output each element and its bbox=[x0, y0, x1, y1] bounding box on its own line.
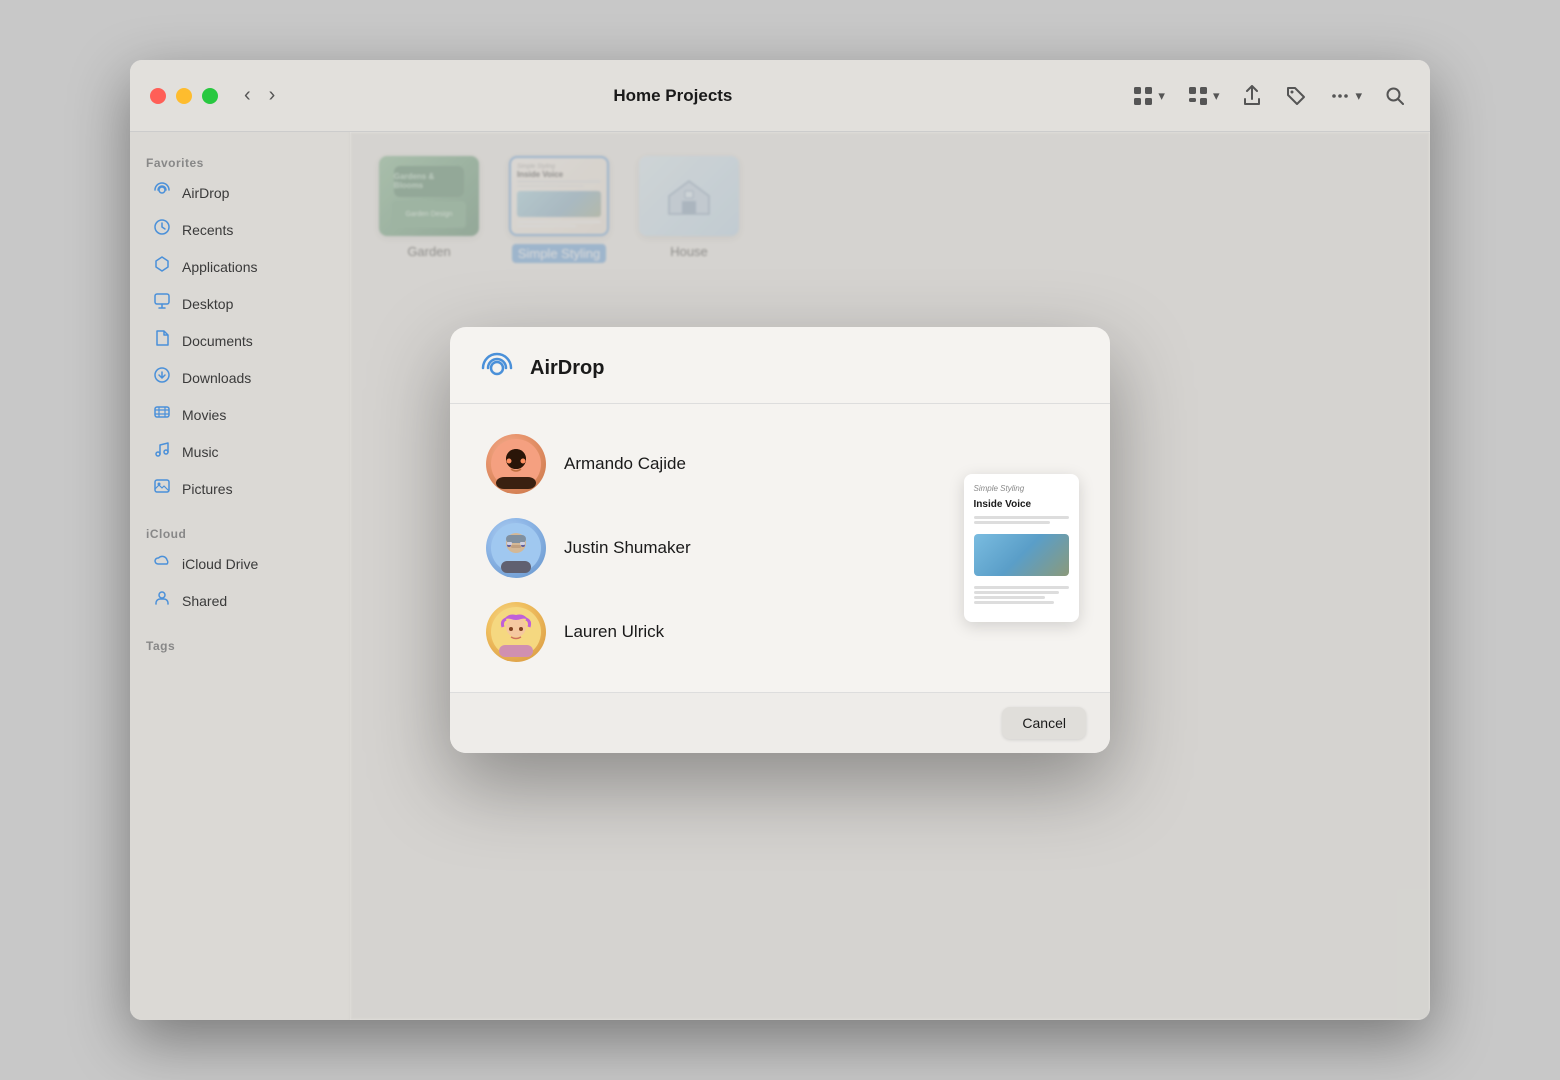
avatar-lauren bbox=[486, 602, 546, 662]
doc-preview: Simple Styling Inside Voice bbox=[956, 434, 1086, 662]
modal-title: AirDrop bbox=[530, 357, 604, 380]
doc-preview-body bbox=[974, 516, 1069, 524]
doc-image-placeholder bbox=[974, 534, 1069, 576]
doc-preview-inner: Simple Styling Inside Voice bbox=[964, 474, 1079, 622]
airdrop-modal-backdrop: AirDrop bbox=[130, 132, 1430, 1020]
person-name-justin: Justin Shumaker bbox=[564, 538, 691, 558]
people-list: Armando Cajide bbox=[450, 414, 956, 682]
person-item-justin[interactable]: Justin Shumaker bbox=[458, 506, 948, 590]
avatar-justin bbox=[486, 518, 546, 578]
finder-window: ‹ › Home Projects ▾ bbox=[130, 60, 1430, 1020]
airdrop-modal-icon bbox=[478, 349, 516, 387]
airdrop-modal: AirDrop bbox=[450, 327, 1110, 753]
doc-line bbox=[974, 521, 1050, 524]
modal-footer: Cancel bbox=[450, 692, 1110, 753]
doc-preview-subtitle: Simple Styling bbox=[974, 484, 1069, 493]
person-item-lauren[interactable]: Lauren Ulrick bbox=[458, 590, 948, 674]
modal-body: Armando Cajide bbox=[450, 404, 1110, 692]
cancel-button[interactable]: Cancel bbox=[1002, 707, 1086, 739]
doc-line bbox=[974, 596, 1045, 599]
person-item-armando[interactable]: Armando Cajide bbox=[458, 422, 948, 506]
modal-header: AirDrop bbox=[450, 327, 1110, 404]
content-area: Favorites AirDrop bbox=[130, 132, 1430, 1020]
person-name-armando: Armando Cajide bbox=[564, 454, 686, 474]
doc-line bbox=[974, 591, 1060, 594]
doc-line bbox=[974, 516, 1069, 519]
doc-preview-body-2 bbox=[974, 586, 1069, 604]
doc-line bbox=[974, 586, 1069, 589]
doc-line bbox=[974, 601, 1055, 604]
person-name-lauren: Lauren Ulrick bbox=[564, 622, 664, 642]
doc-preview-heading: Inside Voice bbox=[974, 499, 1069, 510]
avatar-armando bbox=[486, 434, 546, 494]
